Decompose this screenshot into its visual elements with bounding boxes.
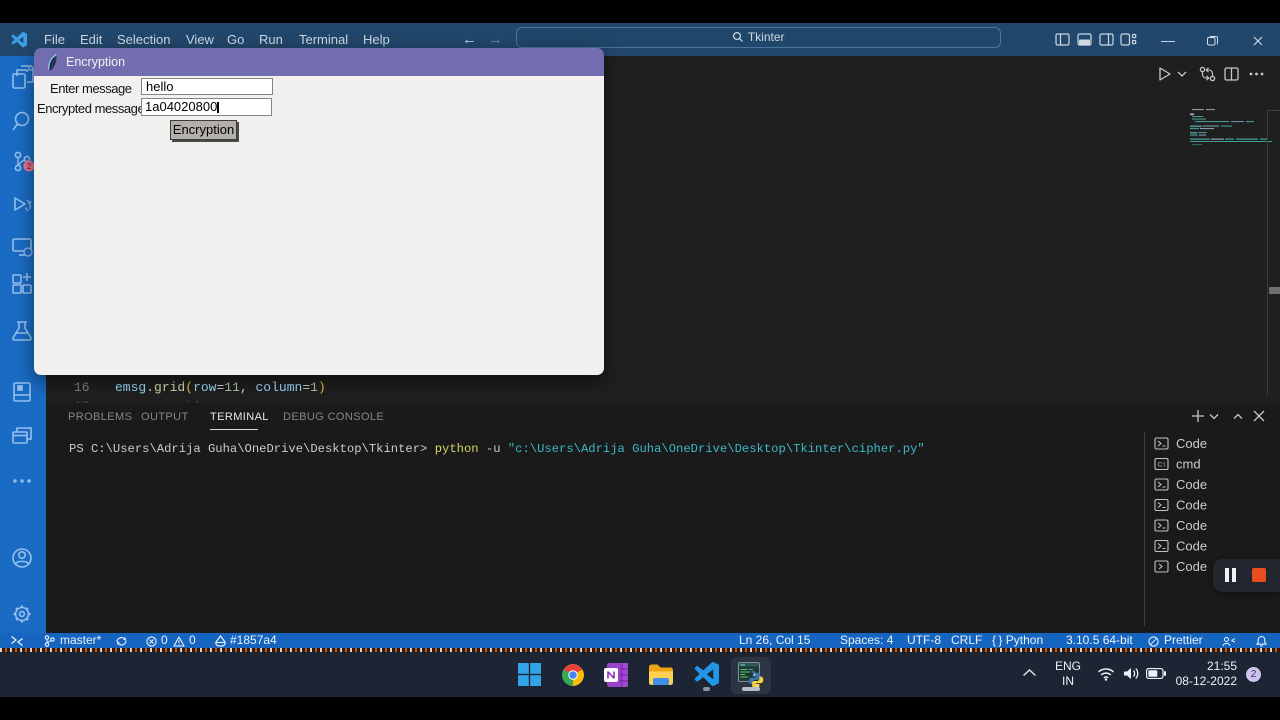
svg-text:Code: Code: [1176, 477, 1207, 492]
svg-text:Code: Code: [1176, 518, 1207, 533]
svg-text:C:\: C:\: [1158, 463, 1166, 469]
svg-text:Code: Code: [1176, 539, 1207, 554]
svg-text:Code: Code: [1176, 498, 1207, 513]
svg-text:2: 2: [27, 162, 32, 171]
svg-text:Code: Code: [1176, 559, 1207, 574]
svg-text:cmd: cmd: [1176, 457, 1201, 472]
svg-text:Code: Code: [1176, 436, 1207, 451]
